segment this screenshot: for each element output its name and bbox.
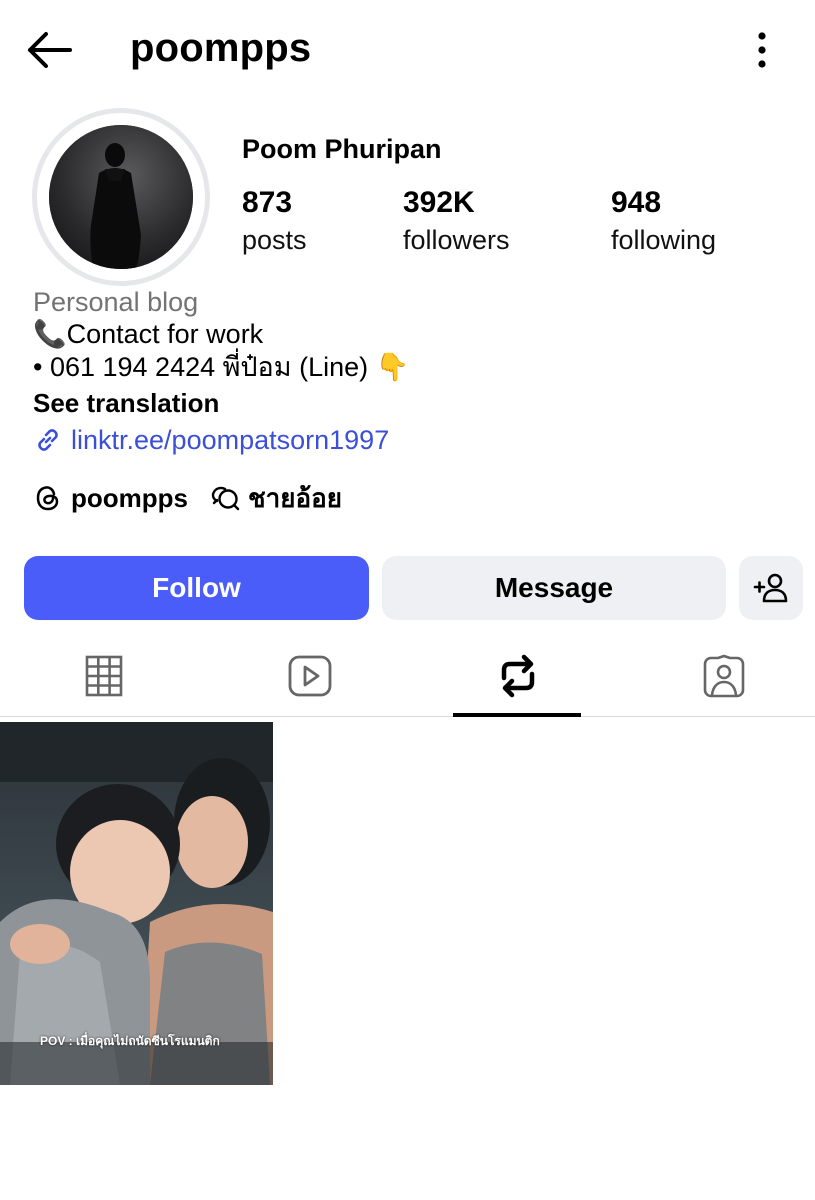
following-label: following — [611, 225, 717, 255]
post-caption: POV : เมื่อคุณไม่ถนัดซีนโรแมนติก — [40, 1034, 220, 1048]
followers-count: 392K — [403, 186, 475, 219]
username-title: poompps — [130, 26, 312, 70]
profile-page: poompps Poom Phuripan 873 posts 392K fol… — [0, 0, 815, 1200]
posts-label: posts — [242, 225, 307, 255]
posts-count: 873 — [242, 186, 293, 219]
threads-handle: poompps — [71, 482, 188, 513]
reposts-icon — [501, 654, 535, 698]
grid-icon — [85, 655, 123, 697]
tab-tagged[interactable] — [659, 636, 789, 716]
see-translation-link[interactable]: See translation — [33, 385, 793, 421]
avatar-ring[interactable] — [32, 108, 210, 286]
bio-category: Personal blog — [33, 287, 199, 317]
tab-reels[interactable] — [245, 636, 375, 716]
active-tab-indicator — [453, 713, 581, 717]
message-button[interactable]: Message — [382, 556, 726, 620]
bio-line-phone: • 061 194 2424 พี่ป๋อม (Line) 👇 — [33, 352, 410, 382]
avatar — [49, 125, 193, 269]
add-user-icon — [753, 573, 788, 603]
link-icon — [38, 429, 58, 451]
suggested-users-button[interactable] — [739, 556, 803, 620]
avatar-photo — [49, 125, 193, 269]
threads-profile-link[interactable]: poompps — [33, 483, 188, 514]
threads-row: poompps ชายอ้อย — [33, 478, 342, 518]
following-stat[interactable]: 948 following — [611, 186, 716, 260]
posts-stat[interactable]: 873 posts — [242, 186, 307, 260]
follow-button[interactable]: Follow — [24, 556, 369, 620]
bio-line-contact: 📞Contact for work — [33, 319, 264, 349]
back-button[interactable] — [22, 26, 74, 74]
bio-link[interactable]: linktr.ee/poompatsorn1997 — [33, 422, 793, 458]
post-thumbnail[interactable]: POV : เมื่อคุณไม่ถนัดซีนโรแมนติก — [0, 722, 273, 1085]
threads-icon — [36, 486, 59, 511]
tab-posts[interactable] — [39, 636, 169, 716]
post-image — [0, 722, 273, 1085]
chat-bubbles-icon — [211, 486, 240, 511]
followers-label: followers — [403, 225, 510, 255]
bio: Personal blog 📞Contact for work • 061 19… — [33, 286, 793, 458]
arrow-left-icon — [28, 32, 72, 68]
channel-name: ชายอ้อย — [248, 482, 342, 513]
followers-stat[interactable]: 392K followers — [403, 186, 510, 260]
profile-tabs — [0, 636, 815, 717]
tagged-icon — [703, 654, 745, 698]
bio-link-text: linktr.ee/poompatsorn1997 — [71, 425, 390, 455]
more-options-button[interactable] — [744, 28, 780, 72]
following-count: 948 — [611, 186, 662, 219]
full-name: Poom Phuripan — [242, 134, 442, 164]
channel-link[interactable]: ชายอ้อย — [210, 478, 342, 519]
more-vertical-icon — [758, 32, 766, 68]
reels-icon — [288, 655, 332, 697]
top-bar: poompps — [0, 0, 815, 100]
tab-reposts[interactable] — [453, 636, 583, 716]
